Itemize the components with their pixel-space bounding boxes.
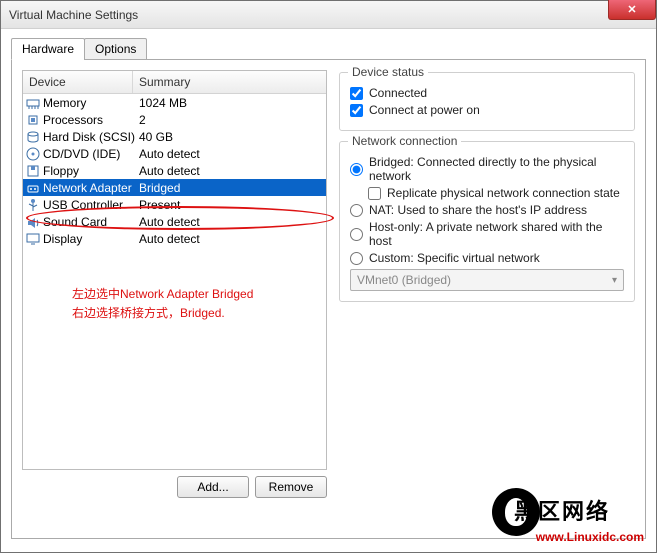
close-icon: ✕ bbox=[627, 3, 636, 16]
cd-icon bbox=[25, 146, 41, 162]
device-summary: Auto detect bbox=[135, 215, 324, 229]
rad-bridged[interactable] bbox=[350, 163, 363, 176]
rad-nat-row[interactable]: NAT: Used to share the host's IP address bbox=[350, 203, 624, 217]
rad-bridged-row[interactable]: Bridged: Connected directly to the physi… bbox=[350, 155, 624, 183]
lbl-nat: NAT: Used to share the host's IP address bbox=[369, 203, 587, 217]
device-summary: Bridged bbox=[135, 181, 324, 195]
sound-icon bbox=[25, 214, 41, 230]
device-row[interactable]: USB ControllerPresent bbox=[23, 196, 326, 213]
remove-button[interactable]: Remove bbox=[255, 476, 327, 498]
watermark: 黑区网络 www.Linuxidc.com bbox=[480, 476, 650, 546]
cpu-icon bbox=[25, 112, 41, 128]
device-row[interactable]: Memory1024 MB bbox=[23, 94, 326, 111]
rad-hostonly[interactable] bbox=[350, 228, 363, 241]
device-name: Floppy bbox=[43, 164, 135, 178]
device-name: Display bbox=[43, 232, 135, 246]
lbl-bridged: Bridged: Connected directly to the physi… bbox=[369, 155, 624, 183]
group-title-status: Device status bbox=[348, 65, 428, 79]
hdd-icon bbox=[25, 129, 41, 145]
device-name: Memory bbox=[43, 96, 135, 110]
col-summary: Summary bbox=[133, 71, 326, 93]
add-button[interactable]: Add... bbox=[177, 476, 249, 498]
device-row[interactable]: FloppyAuto detect bbox=[23, 162, 326, 179]
device-list[interactable]: Device Summary Memory1024 MBProcessors2H… bbox=[22, 70, 327, 470]
device-row[interactable]: Processors2 bbox=[23, 111, 326, 128]
col-device: Device bbox=[23, 71, 133, 93]
chk-replicate[interactable] bbox=[368, 187, 381, 200]
memory-icon bbox=[25, 95, 41, 111]
device-name: Sound Card bbox=[43, 215, 135, 229]
device-summary: 40 GB bbox=[135, 130, 324, 144]
chk-connect-power[interactable] bbox=[350, 104, 363, 117]
device-name: Hard Disk (SCSI) bbox=[43, 130, 135, 144]
device-summary: Present bbox=[135, 198, 324, 212]
hardware-pane: Device Summary Memory1024 MBProcessors2H… bbox=[11, 59, 646, 539]
rad-custom[interactable] bbox=[350, 252, 363, 265]
lbl-connected: Connected bbox=[369, 86, 427, 100]
device-name: Processors bbox=[43, 113, 135, 127]
device-name: CD/DVD (IDE) bbox=[43, 147, 135, 161]
floppy-icon bbox=[25, 163, 41, 179]
device-summary: Auto detect bbox=[135, 164, 324, 178]
device-summary: 2 bbox=[135, 113, 324, 127]
group-device-status: Device status Connected Connect at power… bbox=[339, 72, 635, 131]
watermark-small: www.Linuxidc.com bbox=[536, 530, 644, 544]
device-row[interactable]: Sound CardAuto detect bbox=[23, 213, 326, 230]
rad-hostonly-row[interactable]: Host-only: A private network shared with… bbox=[350, 220, 624, 248]
chk-replicate-row[interactable]: Replicate physical network connection st… bbox=[368, 186, 624, 200]
chevron-down-icon: ▾ bbox=[612, 275, 617, 286]
device-summary: Auto detect bbox=[135, 232, 324, 246]
device-list-header: Device Summary bbox=[23, 71, 326, 94]
chk-connected-row[interactable]: Connected bbox=[350, 86, 624, 100]
device-row[interactable]: Network AdapterBridged bbox=[23, 179, 326, 196]
lbl-hostonly: Host-only: A private network shared with… bbox=[369, 220, 624, 248]
chk-connected[interactable] bbox=[350, 87, 363, 100]
group-title-network: Network connection bbox=[348, 134, 461, 148]
device-summary: 1024 MB bbox=[135, 96, 324, 110]
close-button[interactable]: ✕ bbox=[608, 0, 656, 20]
lbl-connect-power: Connect at power on bbox=[369, 103, 480, 117]
device-row[interactable]: CD/DVD (IDE)Auto detect bbox=[23, 145, 326, 162]
window-title: Virtual Machine Settings bbox=[9, 8, 138, 22]
settings-window: Virtual Machine Settings ✕ Hardware Opti… bbox=[0, 0, 657, 553]
device-summary: Auto detect bbox=[135, 147, 324, 161]
device-name: USB Controller bbox=[43, 198, 135, 212]
tab-options[interactable]: Options bbox=[84, 38, 147, 60]
tab-hardware[interactable]: Hardware bbox=[11, 38, 85, 60]
device-row[interactable]: DisplayAuto detect bbox=[23, 230, 326, 247]
device-row[interactable]: Hard Disk (SCSI)40 GB bbox=[23, 128, 326, 145]
group-network-connection: Network connection Bridged: Connected di… bbox=[339, 141, 635, 302]
watermark-big: 黑区网络 bbox=[514, 494, 610, 526]
combo-vmnet: VMnet0 (Bridged) ▾ bbox=[350, 269, 624, 291]
net-icon bbox=[25, 180, 41, 196]
lbl-custom: Custom: Specific virtual network bbox=[369, 251, 540, 265]
rad-nat[interactable] bbox=[350, 204, 363, 217]
chk-connect-power-row[interactable]: Connect at power on bbox=[350, 103, 624, 117]
usb-icon bbox=[25, 197, 41, 213]
combo-value: VMnet0 (Bridged) bbox=[357, 273, 451, 287]
tab-strip: Hardware Options bbox=[11, 38, 646, 60]
lbl-replicate: Replicate physical network connection st… bbox=[387, 186, 620, 200]
display-icon bbox=[25, 231, 41, 247]
titlebar: Virtual Machine Settings ✕ bbox=[1, 1, 656, 29]
rad-custom-row[interactable]: Custom: Specific virtual network bbox=[350, 251, 624, 265]
device-name: Network Adapter bbox=[43, 181, 135, 195]
